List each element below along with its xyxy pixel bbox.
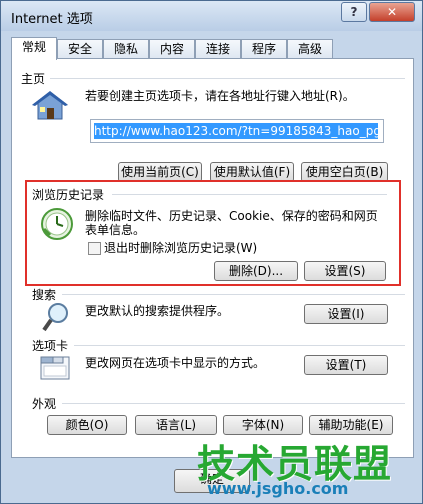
tabs-description: 更改网页在选项卡中显示的方式。	[85, 356, 266, 370]
title-bar: Internet 选项 ? ✕	[1, 1, 422, 31]
homepage-heading: 主页	[21, 72, 46, 86]
fonts-button[interactable]: 字体(N)	[223, 415, 303, 435]
delete-on-exit-label: 退出时删除浏览历史记录(W)	[104, 241, 258, 255]
use-blank-button[interactable]: 使用空白页(B)	[301, 162, 388, 182]
watermark-url: www.jsgho.com	[207, 479, 349, 498]
internet-options-dialog: Internet 选项 ? ✕ 常规 安全 隐私 内容 连接 程序 高级 主页 …	[0, 0, 423, 504]
divider	[74, 345, 405, 346]
tabs-window-icon	[40, 353, 70, 384]
divider	[50, 78, 405, 79]
tab-security[interactable]: 安全	[57, 39, 103, 59]
delete-history-button[interactable]: 删除(D)...	[214, 261, 298, 281]
colors-button[interactable]: 颜色(O)	[47, 415, 127, 435]
window-title: Internet 选项	[11, 12, 93, 27]
help-button[interactable]: ?	[341, 2, 367, 22]
languages-button[interactable]: 语言(L)	[135, 415, 217, 435]
search-settings-button[interactable]: 设置(I)	[304, 304, 388, 324]
homepage-url-value: http://www.hao123.com/?tn=99185843_hao_p…	[94, 123, 378, 139]
history-settings-button[interactable]: 设置(S)	[304, 261, 386, 281]
tabs-settings-button[interactable]: 设置(T)	[304, 355, 388, 375]
general-panel: 主页 若要创建主页选项卡，请在各地址行键入地址(R)。 http://www.h…	[11, 58, 414, 458]
divider	[112, 194, 387, 195]
tab-general[interactable]: 常规	[11, 37, 57, 60]
tab-advanced[interactable]: 高级	[287, 39, 333, 59]
history-clock-icon	[40, 207, 74, 244]
search-description: 更改默认的搜索提供程序。	[85, 304, 230, 318]
divider	[62, 403, 405, 404]
tab-programs[interactable]: 程序	[241, 39, 287, 59]
tab-privacy[interactable]: 隐私	[103, 39, 149, 59]
tabs-heading: 选项卡	[32, 339, 69, 353]
history-description: 删除临时文件、历史记录、Cookie、保存的密码和网页表单信息。	[85, 209, 378, 237]
history-heading: 浏览历史记录	[32, 188, 105, 202]
tab-connections[interactable]: 连接	[195, 39, 241, 59]
house-icon	[32, 89, 68, 124]
tab-content[interactable]: 内容	[149, 39, 195, 59]
delete-on-exit-checkbox[interactable]	[88, 242, 101, 255]
appearance-heading: 外观	[32, 397, 57, 411]
use-default-button[interactable]: 使用默认值(F)	[210, 162, 294, 182]
accessibility-button[interactable]: 辅助功能(E)	[309, 415, 393, 435]
divider	[62, 294, 405, 295]
close-button[interactable]: ✕	[369, 2, 415, 22]
homepage-url-field[interactable]: http://www.hao123.com/?tn=99185843_hao_p…	[90, 119, 384, 143]
homepage-description: 若要创建主页选项卡，请在各地址行键入地址(R)。	[85, 89, 355, 103]
use-current-button[interactable]: 使用当前页(C)	[118, 162, 202, 182]
magnifier-icon	[42, 301, 72, 336]
